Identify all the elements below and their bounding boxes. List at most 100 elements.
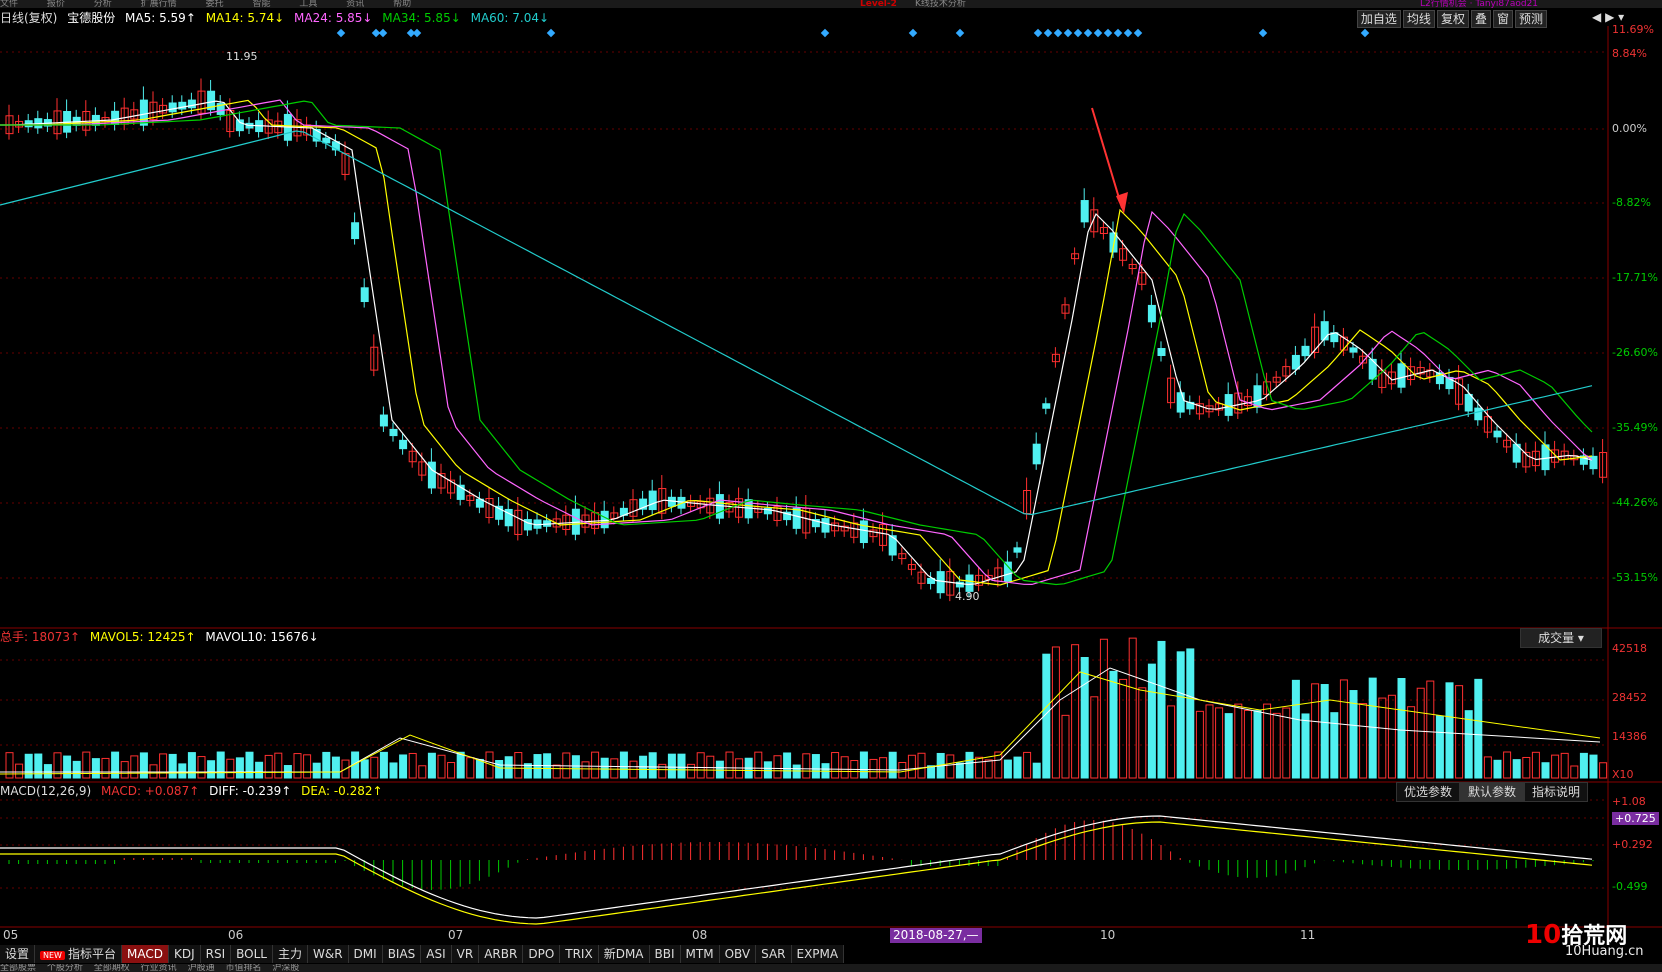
- signal-diamond: [412, 28, 422, 38]
- volume-bar: [1147, 663, 1156, 779]
- volume-bar: [1339, 679, 1348, 779]
- time-axis-label: 05: [3, 928, 19, 942]
- tab-vr[interactable]: VR: [452, 945, 480, 963]
- tab-kdj[interactable]: KDJ: [169, 945, 201, 963]
- volume-bar: [792, 764, 801, 779]
- tab-settings[interactable]: 设置: [0, 945, 36, 963]
- tab-mtm[interactable]: MTM: [681, 945, 720, 963]
- volume-bar: [504, 756, 513, 779]
- candle-body: [379, 414, 388, 427]
- kline-chart-canvas[interactable]: [0, 0, 1662, 972]
- sheet-tab[interactable]: 沪深股: [272, 964, 299, 972]
- tab-indicator-platform[interactable]: NEW 指标平台: [35, 945, 122, 963]
- volume-bar: [370, 756, 379, 779]
- volume-bar: [1119, 678, 1128, 779]
- volume-bar: [581, 761, 590, 779]
- volume-bar: [610, 758, 619, 779]
- volume-bar: [139, 752, 148, 779]
- volume-bar: [1503, 751, 1512, 779]
- tab-arbr[interactable]: ARBR: [479, 945, 524, 963]
- volume-bar: [1416, 687, 1425, 779]
- time-axis-label: 06: [228, 928, 244, 942]
- tab-expma[interactable]: EXPMA: [792, 945, 845, 963]
- candle-body: [1589, 455, 1598, 470]
- tab-dmi[interactable]: DMI: [349, 945, 383, 963]
- volume-bar: [1570, 765, 1579, 779]
- volume-bar: [1186, 648, 1195, 779]
- sheet-tab[interactable]: 全部期权: [94, 964, 130, 972]
- tab-rsi[interactable]: RSI: [201, 945, 232, 963]
- logo-subtext: 10Huang.cn: [1565, 944, 1644, 959]
- volume-bar: [207, 760, 216, 779]
- volume-bar: [1215, 707, 1224, 779]
- volume-bar: [1032, 762, 1041, 779]
- tab-bias[interactable]: BIAS: [383, 945, 422, 963]
- volume-bar: [1051, 646, 1060, 779]
- candle-body: [1397, 363, 1406, 388]
- tab-wr[interactable]: W&R: [308, 945, 349, 963]
- mavol10-value: MAVOL10: 15676↓: [205, 630, 319, 644]
- volume-bar: [1138, 687, 1147, 779]
- tab-new-dma[interactable]: 新DMA: [599, 945, 650, 963]
- logo-number: 10: [1525, 920, 1562, 950]
- tab-bbi[interactable]: BBI: [650, 945, 681, 963]
- tab-sar[interactable]: SAR: [756, 945, 792, 963]
- volume-bar: [63, 755, 72, 779]
- volume-bar: [1301, 713, 1310, 779]
- optimal-params-button[interactable]: 优选参数: [1396, 782, 1461, 802]
- volume-bar: [1368, 677, 1377, 779]
- volume-bar: [1397, 678, 1406, 779]
- volume-bar: [130, 755, 139, 779]
- volume-bar: [869, 758, 878, 779]
- volume-bar: [111, 751, 120, 779]
- tab-trix[interactable]: TRIX: [560, 945, 599, 963]
- volume-header: 总手: 18073↑ MAVOL5: 12425↑ MAVOL10: 15676…: [0, 629, 319, 645]
- volume-indicator-select[interactable]: 成交量 ▾: [1520, 628, 1602, 648]
- signal-diamond: [1063, 28, 1073, 38]
- bottom-sheet-tabs: 全部股票 个股分析 全部期权 行业资讯 沪股通 市值排名 沪深股: [0, 964, 1662, 972]
- volume-bar: [255, 761, 264, 779]
- tab-macd[interactable]: MACD: [121, 945, 169, 963]
- volume-bar: [216, 751, 225, 779]
- candle-body: [1176, 392, 1185, 413]
- volume-bar: [811, 754, 820, 779]
- tab-obv[interactable]: OBV: [720, 945, 757, 963]
- indicator-help-button[interactable]: 指标说明: [1524, 782, 1589, 802]
- candle-body: [936, 571, 945, 594]
- signal-diamond: [1123, 28, 1133, 38]
- volume-bar: [1426, 680, 1435, 779]
- candle-body: [821, 518, 830, 533]
- sheet-tab[interactable]: 行业资讯: [141, 964, 177, 972]
- volume-bar: [677, 753, 686, 779]
- volume-axis-tick: 42518: [1612, 642, 1647, 655]
- macd-header: MACD(12,26,9) MACD: +0.087↑ DIFF: -0.239…: [0, 783, 383, 799]
- volume-bar: [1512, 759, 1521, 779]
- sheet-tab[interactable]: 沪股通: [188, 964, 215, 972]
- sheet-tab[interactable]: 全部股票: [0, 964, 36, 972]
- tab-dpo[interactable]: DPO: [523, 945, 561, 963]
- volume-bar: [802, 753, 811, 779]
- tab-main-force[interactable]: 主力: [273, 945, 308, 963]
- volume-bar: [984, 759, 993, 779]
- volume-bar: [696, 752, 705, 779]
- macd-axis-tick-highlight: +0.725: [1612, 812, 1659, 825]
- signal-diamond: [1093, 28, 1103, 38]
- candle-body: [1042, 403, 1051, 409]
- tab-boll[interactable]: BOLL: [231, 945, 273, 963]
- sheet-tab[interactable]: 个股分析: [47, 964, 83, 972]
- candle-body: [1157, 348, 1166, 356]
- default-params-button[interactable]: 默认参数: [1460, 782, 1525, 802]
- volume-bar: [91, 758, 100, 779]
- volume-bar: [946, 754, 955, 779]
- tab-asi[interactable]: ASI: [421, 945, 452, 963]
- sheet-tab[interactable]: 市值排名: [225, 964, 261, 972]
- volume-bar: [1599, 762, 1608, 779]
- volume-bar: [1272, 712, 1281, 779]
- signal-diamond: [336, 28, 346, 38]
- volume-bar: [1291, 679, 1300, 779]
- volume-bar: [667, 753, 676, 779]
- volume-bar: [1109, 670, 1118, 779]
- volume-bar: [1311, 683, 1320, 779]
- signal-diamond: [546, 28, 556, 38]
- price-axis-tick: 11.69%: [1612, 23, 1654, 36]
